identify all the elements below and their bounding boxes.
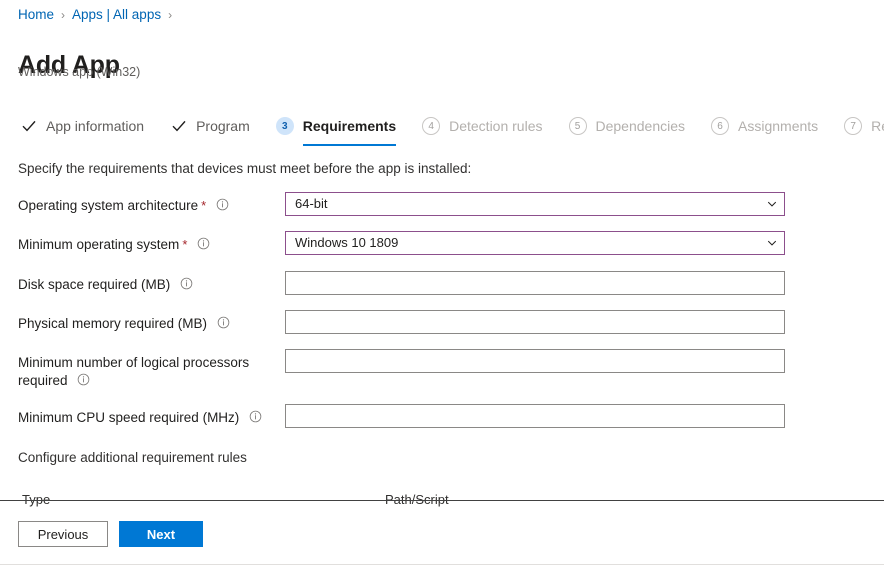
wizard-step-label: Dependencies bbox=[595, 118, 686, 134]
operating-system-architecture-select[interactable]: 64-bit bbox=[285, 192, 785, 216]
step-number-badge: 6 bbox=[711, 117, 730, 135]
add-app-wizard-page: Home › Apps | All apps › Add App Windows… bbox=[0, 0, 884, 565]
disk-space-required-input-wrap[interactable] bbox=[285, 271, 785, 295]
chevron-down-icon bbox=[767, 240, 777, 246]
breadcrumb-item-apps-all-apps[interactable]: Apps | All apps bbox=[72, 6, 161, 24]
step-number-badge: 3 bbox=[275, 117, 294, 135]
field-label-text: Minimum number of logical processors req… bbox=[18, 355, 250, 388]
field-label: Physical memory required (MB) bbox=[18, 315, 268, 334]
wizard-step-detection-rules[interactable]: 4 Detection rules bbox=[422, 112, 543, 142]
wizard-step-requirements[interactable]: 3 Requirements bbox=[275, 112, 397, 146]
info-icon[interactable] bbox=[216, 198, 229, 216]
minimum-operating-system-select[interactable]: Windows 10 1809 bbox=[285, 231, 785, 255]
required-asterisk: * bbox=[182, 237, 188, 252]
active-step-underline bbox=[302, 144, 397, 146]
wizard-step-label: Re bbox=[871, 118, 884, 134]
info-icon[interactable] bbox=[180, 277, 193, 295]
field-label-text: Minimum operating system bbox=[18, 237, 180, 252]
disk-space-required-input[interactable] bbox=[286, 272, 784, 294]
physical-memory-required-input[interactable] bbox=[286, 311, 784, 333]
step-number-badge: 5 bbox=[568, 117, 587, 135]
wizard-step-program[interactable]: Program bbox=[170, 112, 250, 142]
wizard-step-app-information[interactable]: App information bbox=[20, 112, 144, 142]
wizard-step-label: Assignments bbox=[738, 118, 819, 134]
step-number-badge: 7 bbox=[844, 117, 863, 135]
field-label: Disk space required (MB) bbox=[18, 276, 268, 295]
previous-button[interactable]: Previous bbox=[18, 521, 108, 547]
content-divider bbox=[0, 500, 884, 501]
wizard-step-review-create[interactable]: 7 Re bbox=[844, 112, 884, 142]
check-icon bbox=[20, 117, 38, 135]
field-label-text: Physical memory required (MB) bbox=[18, 316, 208, 331]
info-icon[interactable] bbox=[77, 373, 90, 391]
wizard-step-dependencies[interactable]: 5 Dependencies bbox=[568, 112, 686, 142]
breadcrumb-separator-icon: › bbox=[168, 8, 173, 22]
info-icon[interactable] bbox=[249, 410, 262, 428]
minimum-cpu-speed-input-wrap[interactable] bbox=[285, 404, 785, 428]
field-label-text: Minimum CPU speed required (MHz) bbox=[18, 410, 240, 425]
field-label: Minimum CPU speed required (MHz) bbox=[18, 409, 268, 428]
chevron-down-icon bbox=[767, 201, 777, 207]
breadcrumb-item-home[interactable]: Home bbox=[18, 6, 54, 24]
configure-additional-requirement-rules-label[interactable]: Configure additional requirement rules bbox=[18, 449, 247, 467]
field-label-text: Operating system architecture bbox=[18, 198, 199, 213]
info-icon[interactable] bbox=[197, 237, 210, 255]
breadcrumb-separator-icon: › bbox=[61, 8, 66, 22]
field-label-text: Disk space required (MB) bbox=[18, 277, 171, 292]
wizard-step-label: Program bbox=[196, 118, 250, 134]
minimum-logical-processors-input[interactable] bbox=[286, 350, 784, 372]
field-label: Minimum operating system * bbox=[18, 236, 268, 255]
field-label: Minimum number of logical processors req… bbox=[18, 354, 266, 391]
form-instruction: Specify the requirements that devices mu… bbox=[18, 161, 472, 176]
next-button[interactable]: Next bbox=[119, 521, 203, 547]
step-number-badge: 4 bbox=[422, 117, 441, 135]
wizard-step-label: App information bbox=[46, 118, 145, 134]
page-subtitle: Windows app (Win32) bbox=[18, 65, 141, 79]
wizard-step-label: Requirements bbox=[302, 118, 397, 134]
field-label: Operating system architecture * bbox=[18, 197, 268, 216]
wizard-step-label: Detection rules bbox=[449, 118, 543, 134]
breadcrumb: Home › Apps | All apps › bbox=[18, 6, 179, 24]
select-value: 64-bit bbox=[295, 196, 328, 211]
wizard-step-assignments[interactable]: 6 Assignments bbox=[711, 112, 818, 142]
wizard-footer: Previous Next bbox=[0, 508, 884, 565]
check-icon bbox=[170, 117, 188, 135]
info-icon[interactable] bbox=[217, 316, 230, 334]
select-value: Windows 10 1809 bbox=[295, 235, 399, 250]
required-asterisk: * bbox=[201, 198, 207, 213]
physical-memory-required-input-wrap[interactable] bbox=[285, 310, 785, 334]
minimum-logical-processors-input-wrap[interactable] bbox=[285, 349, 785, 373]
minimum-cpu-speed-input[interactable] bbox=[286, 405, 784, 427]
wizard-step-nav: App information Program 3 Requirements 4… bbox=[20, 112, 884, 148]
